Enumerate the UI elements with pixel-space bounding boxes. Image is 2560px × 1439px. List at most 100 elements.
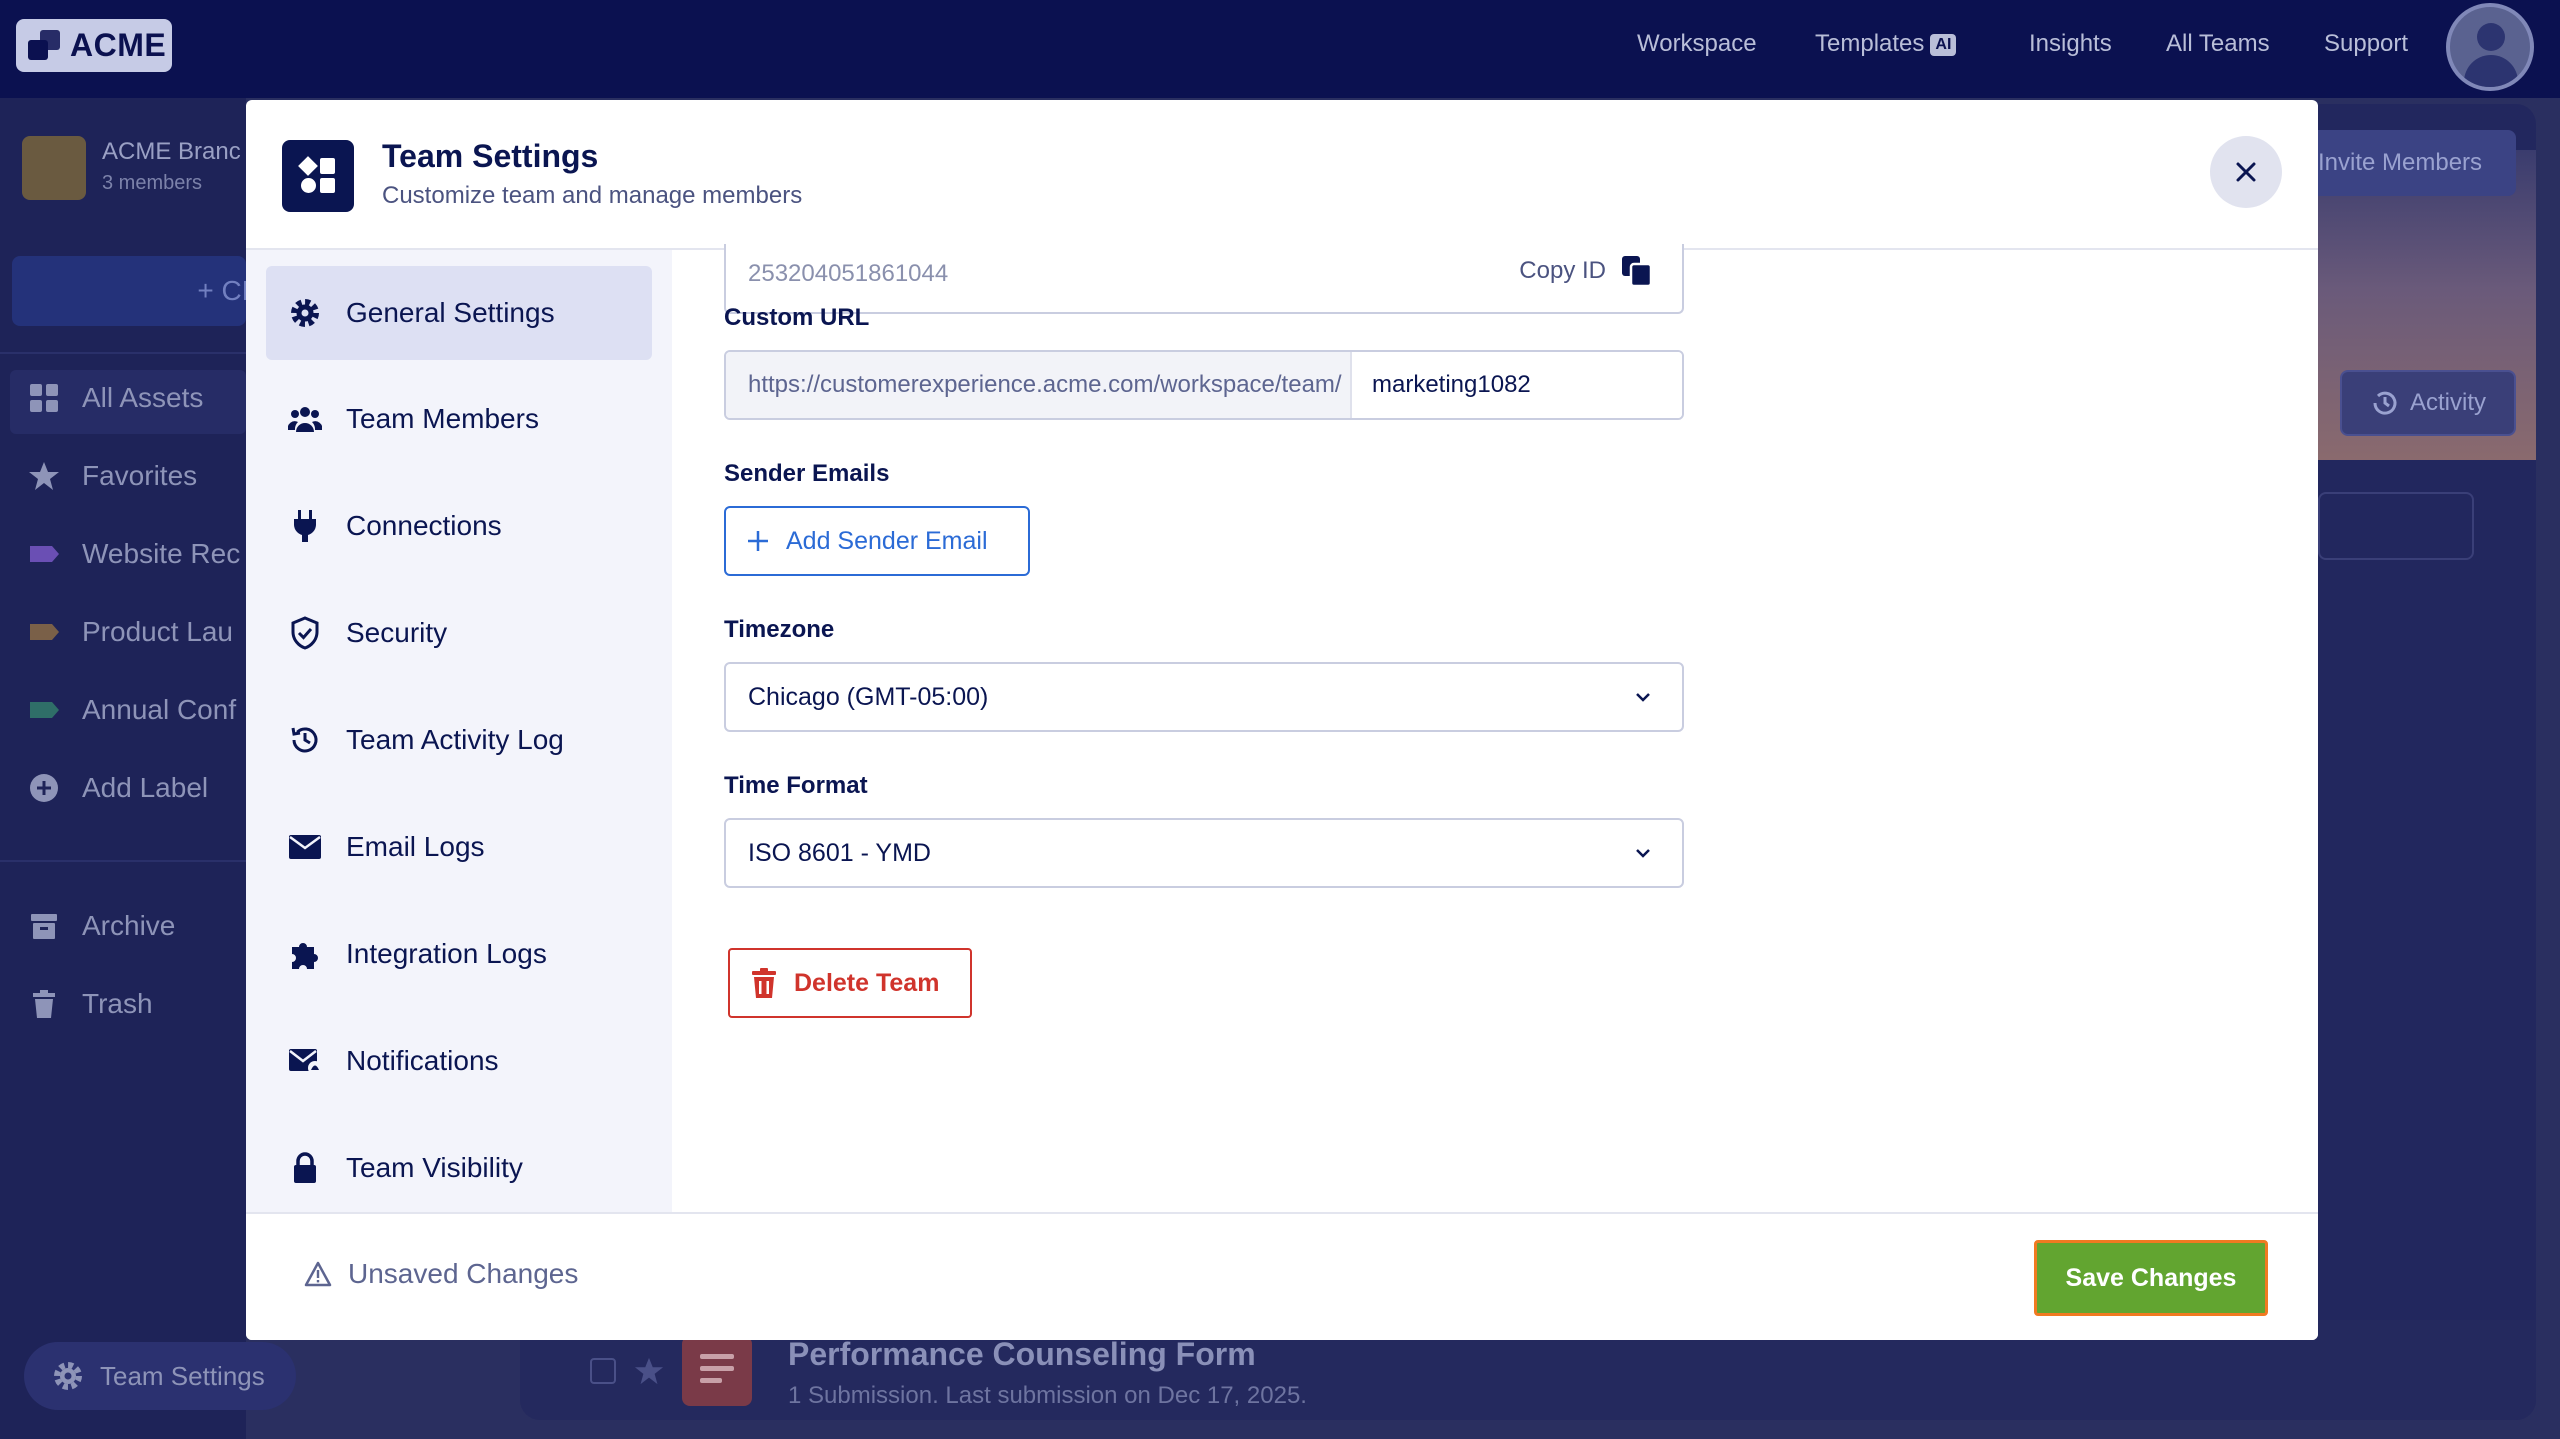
nav-email-logs[interactable]: Email Logs xyxy=(266,800,652,894)
close-button[interactable] xyxy=(2210,136,2282,208)
sidebar-item-annual-conf[interactable]: Annual Conf xyxy=(28,694,236,726)
shield-icon xyxy=(288,616,322,650)
sidebar-item-label: Annual Conf xyxy=(82,694,237,725)
warning-icon xyxy=(304,1261,332,1287)
label-teal-icon xyxy=(30,702,59,718)
sidebar-item-website-rec[interactable]: Website Rec xyxy=(28,538,240,570)
close-icon xyxy=(2236,162,2256,182)
nav-team-activity-log[interactable]: Team Activity Log xyxy=(266,693,652,787)
timezone-select[interactable]: Chicago (GMT-05:00) xyxy=(724,662,1684,732)
timezone-label: Timezone xyxy=(724,616,835,643)
form-row-controls xyxy=(590,1336,752,1406)
nav-label: Team Members xyxy=(346,403,539,434)
activity-button[interactable]: Activity xyxy=(2340,370,2516,436)
sidebar-item-label: Product Lau xyxy=(82,616,233,647)
team-settings-modal: Team Settings Customize team and manage … xyxy=(246,100,2318,1340)
history-icon xyxy=(288,723,322,757)
sidebar-divider xyxy=(0,352,246,354)
modal-title: Team Settings xyxy=(382,138,599,174)
sidebar-item-add-label[interactable]: Add Label xyxy=(28,772,208,804)
envelope-icon xyxy=(288,830,322,864)
plus-icon xyxy=(748,531,768,551)
nav-workspace[interactable]: Workspace xyxy=(1637,30,1757,58)
star-icon[interactable] xyxy=(634,1356,664,1386)
sidebar-item-label: Favorites xyxy=(82,460,198,491)
nav-insights[interactable]: Insights xyxy=(2029,30,2112,58)
nav-connections[interactable]: Connections xyxy=(266,479,652,573)
sidebar-item-trash[interactable]: Trash xyxy=(28,988,153,1020)
grid-icon xyxy=(30,384,58,412)
archive-icon xyxy=(31,914,57,939)
sidebar-item-label: All Assets xyxy=(82,382,204,413)
history-icon xyxy=(2373,391,2397,415)
nav-label: General Settings xyxy=(346,297,555,328)
trash-icon xyxy=(33,990,55,1018)
modal-header: Team Settings Customize team and manage … xyxy=(246,100,2318,250)
sidebar-item-favorites[interactable]: Favorites xyxy=(28,460,197,492)
user-avatar[interactable] xyxy=(2446,3,2534,91)
unsaved-changes-label: Unsaved Changes xyxy=(348,1258,579,1289)
nav-templates-label: Templates xyxy=(1815,30,1925,57)
form-checkbox[interactable] xyxy=(590,1358,616,1384)
nav-templates[interactable]: Templates AI xyxy=(1815,30,1957,58)
sender-emails-label: Sender Emails xyxy=(724,460,890,487)
nav-team-visibility[interactable]: Team Visibility xyxy=(266,1121,652,1215)
nav-support[interactable]: Support xyxy=(2324,30,2408,58)
delete-team-button[interactable]: Delete Team xyxy=(728,948,972,1018)
team-name: ACME Branc xyxy=(102,138,241,165)
add-sender-email-label: Add Sender Email xyxy=(786,526,988,555)
sidebar-item-all-assets[interactable]: All Assets xyxy=(28,382,203,414)
time-format-value: ISO 8601 - YMD xyxy=(748,838,931,867)
nav-notifications[interactable]: Notifications xyxy=(266,1014,652,1108)
modal-footer: Unsaved Changes Save Changes xyxy=(246,1212,2318,1340)
nav-label: Connections xyxy=(346,510,502,541)
nav-team-members[interactable]: Team Members xyxy=(266,372,652,466)
form-icon xyxy=(682,1336,752,1406)
team-avatar[interactable] xyxy=(22,136,86,200)
custom-url-field: https://customerexperience.acme.com/work… xyxy=(724,350,1684,420)
form-submission-info: 1 Submission. Last submission on Dec 17,… xyxy=(788,1382,1307,1409)
add-sender-email-button[interactable]: Add Sender Email xyxy=(724,506,1030,576)
invite-members-button[interactable]: Invite Members xyxy=(2300,130,2516,196)
team-settings-pill[interactable]: Team Settings xyxy=(24,1342,296,1410)
team-settings-logo-icon xyxy=(282,140,354,212)
plug-icon xyxy=(288,509,322,543)
url-slug-input[interactable] xyxy=(1352,352,1682,418)
nav-security[interactable]: Security xyxy=(266,586,652,680)
nav-label: Team Activity Log xyxy=(346,724,564,755)
logo-text: ACME xyxy=(70,27,167,63)
sidebar-item-archive[interactable]: Archive xyxy=(28,910,175,942)
copy-icon xyxy=(1622,256,1653,288)
chevron-down-icon xyxy=(1636,849,1650,858)
sidebar-divider xyxy=(0,860,246,862)
nav-integration-logs[interactable]: Integration Logs xyxy=(266,907,652,1001)
custom-url-label: Custom URL xyxy=(724,304,870,331)
search-box-background[interactable] xyxy=(2318,492,2474,560)
save-changes-button[interactable]: Save Changes xyxy=(2034,1240,2268,1316)
settings-content: 253204051861044 Copy ID Custom URL https… xyxy=(672,244,2318,1212)
nav-label: Integration Logs xyxy=(346,938,547,969)
form-title[interactable]: Performance Counseling Form xyxy=(788,1336,1256,1373)
nav-general-settings[interactable]: General Settings xyxy=(266,266,652,360)
label-purple-icon xyxy=(30,546,59,562)
create-button[interactable]: + CR xyxy=(12,256,262,326)
chevron-down-icon xyxy=(1636,693,1650,702)
mail-notification-icon xyxy=(288,1044,322,1078)
sidebar-trash-label: Trash xyxy=(82,988,153,1019)
time-format-select[interactable]: ISO 8601 - YMD xyxy=(724,818,1684,888)
invite-members-label: Invite Members xyxy=(2318,149,2483,176)
copy-id-label: Copy ID xyxy=(1519,257,1606,284)
nav-all-teams[interactable]: All Teams xyxy=(2166,30,2270,58)
puzzle-icon xyxy=(288,937,322,971)
acme-logo[interactable]: ACME xyxy=(16,19,172,72)
sidebar-item-product-lau[interactable]: Product Lau xyxy=(28,616,233,648)
copy-id-button[interactable]: Copy ID xyxy=(1519,254,1654,288)
modal-subtitle: Customize team and manage members xyxy=(382,182,803,209)
nav-label: Security xyxy=(346,617,448,648)
activity-label: Activity xyxy=(2409,389,2486,416)
settings-nav: General Settings Team Members Connection… xyxy=(246,250,672,1212)
timezone-value: Chicago (GMT-05:00) xyxy=(748,682,989,711)
plus-circle-icon xyxy=(30,774,58,802)
lock-icon xyxy=(288,1151,322,1185)
nav-label: Notifications xyxy=(346,1045,499,1076)
